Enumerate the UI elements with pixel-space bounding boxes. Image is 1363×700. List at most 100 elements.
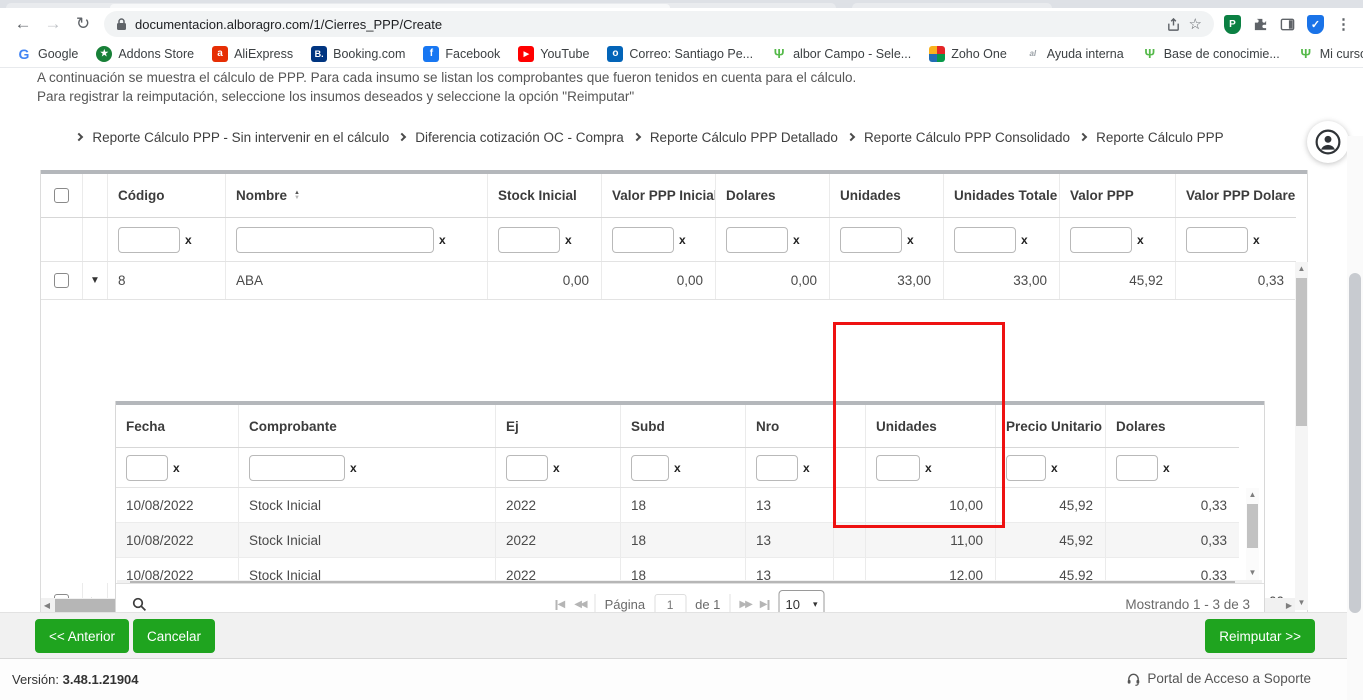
column-header-valor-ppp[interactable]: Valor PPP — [1060, 174, 1176, 217]
page-scrollbar[interactable] — [1347, 136, 1363, 700]
collapse-row-icon[interactable]: ▼ — [90, 275, 100, 286]
filter-input-unidades[interactable] — [840, 226, 902, 253]
clear-filter-icon[interactable]: x — [439, 233, 446, 247]
detail-row[interactable]: 10/08/2022 Stock Inicial 2022 18 13 10,0… — [116, 488, 1239, 523]
filter-input-ej[interactable] — [506, 454, 548, 481]
clear-filter-icon[interactable]: x — [350, 461, 357, 475]
bookmark-aliexpress[interactable]: a AliExpress — [204, 44, 301, 64]
last-page-icon[interactable]: ▶ — [760, 599, 770, 610]
forward-icon[interactable]: → — [38, 14, 68, 34]
bookmark-base-conocimiento[interactable]: Ψ Base de conocimie... — [1134, 44, 1288, 64]
url-text[interactable]: documentacion.alboragro.com/1/Cierres_PP… — [135, 17, 1158, 32]
master-vertical-scrollbar[interactable]: ▲ ▼ — [1295, 262, 1308, 610]
select-all-checkbox[interactable] — [54, 188, 69, 203]
column-header-dolares[interactable]: Dolares — [716, 174, 830, 217]
bookmark-zoho-one[interactable]: Zoho One — [921, 44, 1015, 64]
filter-input-subd[interactable] — [631, 454, 669, 481]
scroll-down-icon[interactable]: ▼ — [1295, 596, 1308, 610]
column-header-fecha[interactable]: Fecha — [116, 405, 239, 447]
browser-tab[interactable] — [852, 3, 1052, 8]
clear-filter-icon[interactable]: x — [553, 461, 560, 475]
bookmark-albor-campo[interactable]: Ψ albor Campo - Sele... — [763, 44, 919, 64]
bookmark-star-icon[interactable]: ☆ — [1189, 15, 1202, 33]
detail-vertical-scrollbar[interactable]: ▲ ▼ — [1246, 488, 1259, 580]
scroll-left-icon[interactable]: ◀ — [41, 598, 53, 613]
filter-input-comprobante[interactable] — [249, 454, 345, 481]
column-header-nombre[interactable]: Nombre ▲ ▼ — [226, 174, 488, 217]
clear-filter-icon[interactable]: x — [1051, 461, 1058, 475]
scrollbar-thumb[interactable] — [1296, 278, 1307, 426]
column-header-nro[interactable]: Nro — [746, 405, 834, 447]
breadcrumb-item-reporte-ppp[interactable]: Reporte Cálculo PPP — [1096, 130, 1224, 145]
first-page-icon[interactable]: ◀ — [555, 599, 565, 610]
clear-filter-icon[interactable]: x — [1021, 233, 1028, 247]
scrollbar-thumb[interactable] — [1247, 504, 1258, 548]
clear-filter-icon[interactable]: x — [674, 461, 681, 475]
support-portal-link[interactable]: Portal de Acceso a Soporte — [1126, 671, 1311, 686]
filter-input-codigo[interactable] — [118, 226, 180, 253]
scrollbar-thumb[interactable] — [1349, 273, 1361, 613]
column-header-valor-ppp-dolare[interactable]: Valor PPP Dolare — [1176, 174, 1296, 217]
column-header-unidades-totale[interactable]: Unidades Totale — [944, 174, 1060, 217]
clear-filter-icon[interactable]: x — [793, 233, 800, 247]
row-checkbox[interactable] — [54, 273, 69, 288]
filter-input-valor-ppp-dolare[interactable] — [1186, 226, 1248, 253]
filter-input-stock-inicial[interactable] — [498, 226, 560, 253]
reimputar-button[interactable]: Reimputar >> — [1205, 619, 1315, 653]
column-header-unidades-detail[interactable]: Unidades — [866, 405, 996, 447]
browser-active-tab[interactable] — [110, 4, 670, 8]
filter-input-fecha[interactable] — [126, 454, 168, 481]
scroll-up-icon[interactable]: ▲ — [1246, 488, 1259, 502]
clear-filter-icon[interactable]: x — [803, 461, 810, 475]
filter-input-valor-ppp-inicial[interactable] — [612, 226, 674, 253]
clear-filter-icon[interactable]: x — [1163, 461, 1170, 475]
column-header-codigo[interactable]: Código — [108, 174, 226, 217]
column-header-unidades[interactable]: Unidades — [830, 174, 944, 217]
extensions-puzzle-icon[interactable] — [1253, 17, 1268, 32]
filter-input-unidades-detail[interactable] — [876, 454, 920, 481]
filter-input-dolares[interactable] — [726, 226, 788, 253]
bookmark-booking[interactable]: B. Booking.com — [303, 44, 413, 64]
clear-filter-icon[interactable]: x — [1253, 233, 1260, 247]
filter-input-unidades-totale[interactable] — [954, 226, 1016, 253]
cancelar-button[interactable]: Cancelar — [133, 619, 216, 653]
previous-page-icon[interactable]: ◀◀ — [574, 599, 587, 610]
bookmark-correo[interactable]: o Correo: Santiago Pe... — [599, 44, 761, 64]
breadcrumb-item-sin-intervenir[interactable]: Reporte Cálculo PPP - Sin intervenir en … — [92, 130, 389, 145]
filter-input-dolares-detail[interactable] — [1116, 454, 1158, 481]
filter-input-valor-ppp[interactable] — [1070, 226, 1132, 253]
clear-filter-icon[interactable]: x — [907, 233, 914, 247]
browser-menu-icon[interactable]: ⋮ — [1336, 15, 1351, 33]
column-header-valor-ppp-inicial[interactable]: Valor PPP Inicial — [602, 174, 716, 217]
filter-input-nro[interactable] — [756, 454, 798, 481]
bookmark-addons-store[interactable]: ★ Addons Store — [88, 44, 202, 64]
table-row[interactable]: ▼ 8 ABA 0,00 0,00 0,00 33,00 33,00 45,92… — [41, 262, 1296, 300]
column-header-dolares-detail[interactable]: Dolares — [1106, 405, 1239, 447]
column-header-comprobante[interactable]: Comprobante — [239, 405, 496, 447]
clear-filter-icon[interactable]: x — [925, 461, 932, 475]
scroll-up-icon[interactable]: ▲ — [1295, 262, 1308, 276]
column-header-stock-inicial[interactable]: Stock Inicial — [488, 174, 602, 217]
lock-icon[interactable] — [116, 17, 127, 31]
side-panel-icon[interactable] — [1280, 17, 1295, 32]
anterior-button[interactable]: << Anterior — [35, 619, 130, 653]
clear-filter-icon[interactable]: x — [185, 233, 192, 247]
column-header-ej[interactable]: Ej — [496, 405, 621, 447]
filter-input-nombre[interactable] — [236, 226, 434, 253]
bookmark-ayuda-interna[interactable]: al Ayuda interna — [1017, 44, 1132, 64]
bookmark-google[interactable]: G Google — [8, 44, 86, 64]
detail-row[interactable]: 10/08/2022 Stock Inicial 2022 18 13 11,0… — [116, 523, 1239, 558]
breadcrumb-item-consolidado[interactable]: Reporte Cálculo PPP Consolidado — [864, 130, 1070, 145]
clear-filter-icon[interactable]: x — [1137, 233, 1144, 247]
breadcrumb-item-diferencia-cotizacion[interactable]: Diferencia cotización OC - Compra — [415, 130, 624, 145]
bookmark-facebook[interactable]: f Facebook — [415, 44, 508, 64]
bookmark-youtube[interactable]: ▶ YouTube — [510, 44, 597, 64]
scroll-down-icon[interactable]: ▼ — [1246, 566, 1259, 580]
back-icon[interactable]: ← — [8, 14, 38, 34]
breadcrumb-item-detallado[interactable]: Reporte Cálculo PPP Detallado — [650, 130, 838, 145]
detail-row[interactable]: 10/08/2022 Stock Inicial 2022 18 13 12,0… — [116, 558, 1239, 580]
column-header-precio-unitario[interactable]: Precio Unitario — [996, 405, 1106, 447]
clear-filter-icon[interactable]: x — [173, 461, 180, 475]
address-bar[interactable]: documentacion.alboragro.com/1/Cierres_PP… — [104, 11, 1214, 37]
sort-icon[interactable]: ▲ ▼ — [294, 190, 300, 201]
